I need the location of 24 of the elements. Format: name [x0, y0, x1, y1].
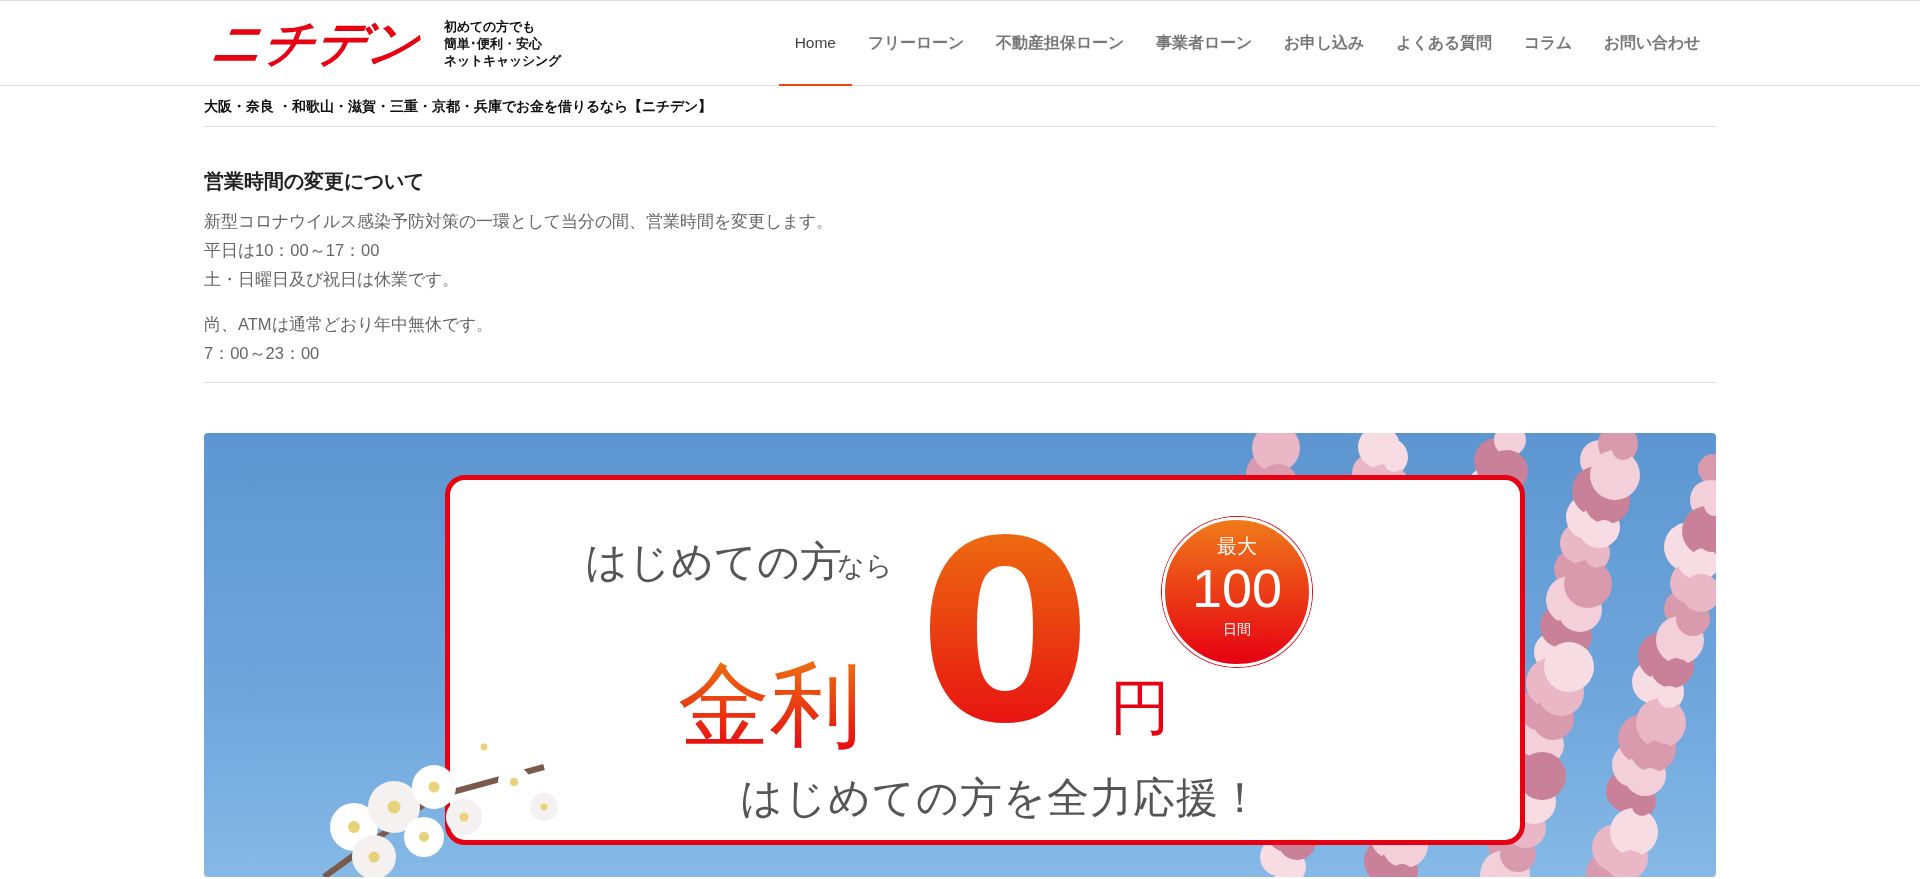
badge-bottom-text: 日間: [1222, 620, 1252, 638]
tagline-text: 簡単･便利・安心: [444, 34, 543, 52]
nav-link[interactable]: よくある質問: [1380, 1, 1508, 86]
badge-number: 100: [1190, 558, 1284, 618]
notice-text: 新型コロナウイルス感染予防対策の一環として当分の間、営業時間を変更します。: [204, 211, 834, 232]
logo[interactable]: ニチデン: [208, 18, 424, 68]
banner-tagline: はじめての方を全力応援！: [740, 773, 1262, 823]
nav-link[interactable]: 不動産担保ローン: [980, 1, 1140, 86]
notice-text: 尚、ATMは通常どおり年中無休です。: [204, 314, 494, 335]
notice-text: 土・日曜日及び祝日は休業です。: [204, 269, 460, 290]
nav-link[interactable]: お問い合わせ: [1588, 1, 1716, 86]
badge-top-text: 最大: [1216, 534, 1258, 558]
nav-link[interactable]: お申し込み: [1268, 1, 1380, 86]
tagline-text: ネットキャッシング: [444, 51, 561, 69]
breadcrumb-text: 大阪・奈良 ・和歌山・滋賀・三重・京都・兵庫でお金を借りるなら【ニチデン】: [204, 86, 1716, 127]
notice-title: 営業時間の変更について: [204, 169, 425, 194]
nav-link[interactable]: コラム: [1508, 1, 1588, 86]
tagline-text: 初めての方でも: [444, 17, 536, 35]
notice-text: 平日は10：00～17：00: [204, 240, 381, 261]
nav-link[interactable]: Home: [778, 1, 852, 86]
nav-link[interactable]: フリーローン: [852, 1, 980, 86]
notice-text: 7：00～23：00: [204, 343, 321, 364]
nav-link[interactable]: 事業者ローン: [1140, 1, 1268, 86]
yen-unit: 円: [1110, 673, 1170, 743]
